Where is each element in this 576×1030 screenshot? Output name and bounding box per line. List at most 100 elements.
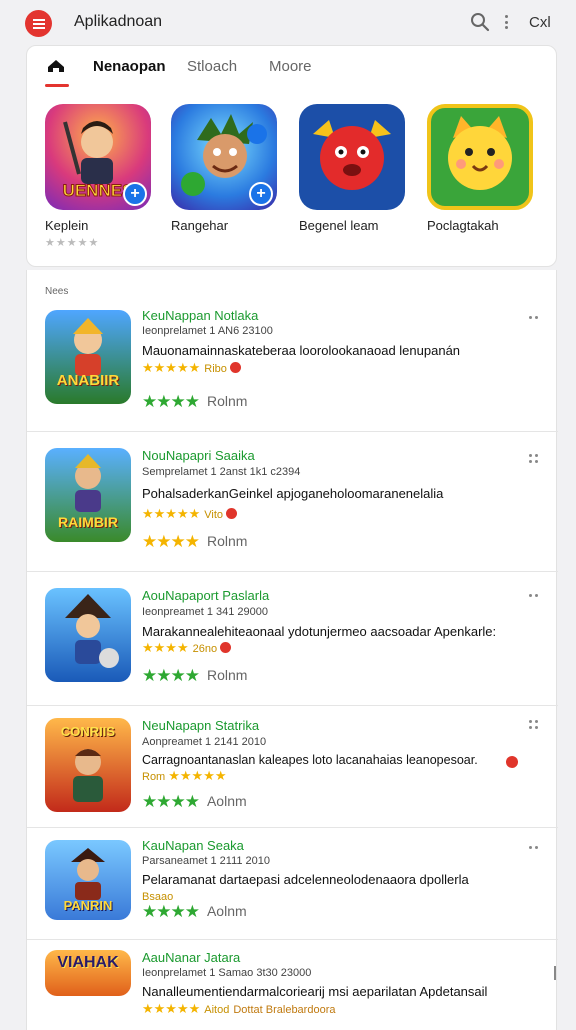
app-description: Mauonamainnaskateberaa loorolookanaoad l… bbox=[142, 343, 461, 358]
item-menu-button[interactable] bbox=[529, 720, 541, 732]
app-title: AouNapaport Paslarla bbox=[142, 588, 270, 603]
small-rating: ★★★★ 26no bbox=[142, 640, 232, 656]
list-item[interactable]: CONRIIS NeuNapapn Statrika Aonpreamet 1 … bbox=[27, 706, 558, 828]
app-icon-text: RAIMBIR bbox=[58, 514, 118, 530]
item-menu-button[interactable] bbox=[529, 590, 541, 602]
account-label[interactable]: Cxl bbox=[529, 14, 551, 31]
dot-icon bbox=[504, 26, 508, 29]
small-rating-text: Ribo bbox=[204, 363, 227, 375]
app-icon: ANABIIR bbox=[45, 310, 131, 404]
app-meta: Aonpreamet 1 2141 2010 bbox=[142, 736, 267, 748]
dot-icon bbox=[504, 15, 508, 18]
section-label: Nees bbox=[45, 286, 69, 297]
big-rating: ★★★★ Rolnm bbox=[142, 392, 247, 412]
more-options-button[interactable] bbox=[500, 12, 512, 32]
rating-stars: ★★★★ bbox=[142, 532, 200, 551]
scrollbar[interactable] bbox=[554, 966, 556, 980]
tab-stloach[interactable]: Stloach bbox=[187, 58, 237, 75]
small-rating: ★★★★★ Ribo bbox=[142, 360, 241, 376]
add-icon[interactable]: + bbox=[123, 182, 147, 206]
featured-app[interactable]: Poclagtakah bbox=[427, 104, 537, 233]
runner-game-icon: + bbox=[171, 104, 277, 210]
big-rating: ★★★★ Aolnm bbox=[142, 902, 247, 922]
top-app-bar: Aplikadnoan Cxl bbox=[0, 0, 576, 44]
rating-stars: ★★★★ bbox=[142, 666, 200, 685]
app-description: Carragnoantanaslan kaleapes loto lacanah… bbox=[142, 753, 478, 767]
extra-rating-text: Dottat Bralebardoora bbox=[233, 1004, 336, 1016]
rating-stars: ★★★★ bbox=[142, 792, 200, 811]
app-title: NouNapapri Saaika bbox=[142, 448, 255, 463]
item-menu-button[interactable] bbox=[529, 312, 541, 324]
list-item[interactable]: PANRIN KauNapan Seaka Parsaneamet 1 2111… bbox=[27, 828, 558, 940]
home-icon bbox=[48, 60, 64, 72]
rating-label: Aolnm bbox=[206, 903, 247, 919]
app-meta: Ieonprelamet 1 Samao 3t30 23000 bbox=[142, 967, 312, 979]
rating-label: Rolnm bbox=[206, 393, 248, 409]
small-rating: ★★★★★ Aitod Dottat Bralebardoora bbox=[142, 1001, 335, 1017]
hamburger-icon bbox=[32, 22, 45, 25]
tab-moore[interactable]: Moore bbox=[269, 58, 312, 75]
app-meta: Parsaneamet 1 2111 2010 bbox=[142, 855, 271, 867]
app-icon-text: CONRIIS bbox=[60, 724, 116, 739]
app-title: KeuNappan Notlaka bbox=[142, 308, 259, 323]
hero-game-icon bbox=[73, 318, 103, 376]
app-icon: RAIMBIR bbox=[45, 448, 131, 542]
small-rating: Rom ★★★★★ bbox=[142, 768, 227, 784]
small-rating: ★★★★★ Vito bbox=[142, 506, 238, 522]
app-description: PohalsaderkanGeinkel apjoganeholoomarane… bbox=[142, 486, 444, 501]
app-description: Nanalleumentiendarmalcoriearij msi aepar… bbox=[142, 984, 488, 999]
small-rating-text: Vito bbox=[204, 509, 224, 521]
dot-icon bbox=[504, 20, 508, 24]
app-list: Nees ANABIIR KeuNappan Notlaka Ieonprela… bbox=[26, 270, 558, 1030]
heart-icon bbox=[226, 508, 238, 519]
app-description: Pelaramanat dartaepasi adcelenneolodenaa… bbox=[142, 872, 469, 887]
app-title: Aplikadnoan bbox=[74, 13, 163, 30]
yellow-cat-game-icon bbox=[427, 104, 533, 210]
tab-nenaopan[interactable]: Nenaopan bbox=[93, 58, 166, 75]
app-title: AauNanar Jatara bbox=[142, 950, 241, 965]
active-tab-indicator bbox=[45, 84, 69, 87]
featured-app-label: Rangehar bbox=[171, 218, 229, 233]
heart-icon bbox=[229, 362, 241, 373]
red-blob-game-icon bbox=[299, 104, 405, 210]
heart-icon bbox=[506, 756, 518, 768]
rating-label: Aolnm bbox=[206, 793, 247, 809]
app-title: KauNapan Seaka bbox=[142, 838, 244, 853]
big-rating: ★★★★ Aolnm bbox=[142, 792, 247, 812]
app-meta: Semprelamet 1 2anst 1k1 c2394 bbox=[142, 466, 301, 478]
app-title: NeuNapapn Statrika bbox=[142, 718, 260, 733]
featured-app-label: Begenel leam bbox=[299, 218, 379, 233]
add-icon[interactable]: + bbox=[249, 182, 273, 206]
featured-app-label: Poclagtakah bbox=[427, 218, 499, 233]
featured-app[interactable]: Begenel leam bbox=[299, 104, 409, 233]
rating-stars: ★★★★★ bbox=[142, 360, 201, 375]
rating-stars: ★★★★ bbox=[142, 902, 200, 921]
item-menu-button[interactable] bbox=[529, 454, 541, 466]
search-button[interactable] bbox=[470, 12, 490, 32]
app-meta: Ieonprelamet 1 AN6 23100 bbox=[142, 325, 273, 337]
featured-apps-carousel: UENNES + Keplein ★★★★★ + Rangehar Begene… bbox=[45, 104, 556, 254]
rating-stars: ★★★★ bbox=[142, 640, 189, 655]
list-item[interactable]: VIAHAK AauNanar Jatara Ieonprelamet 1 Sa… bbox=[27, 940, 558, 1030]
app-description: Marakannealehiteaonaal ydotunjermeo aacs… bbox=[142, 624, 497, 639]
featured-app-label: Keplein bbox=[45, 218, 89, 233]
featured-app[interactable]: UENNES + Keplein ★★★★★ bbox=[45, 104, 155, 249]
rating-label: Rolnm bbox=[206, 667, 248, 683]
tab-bar: Nenaopan Stloach Moore bbox=[27, 46, 556, 88]
wizard-game-icon bbox=[65, 594, 119, 668]
item-menu-button[interactable] bbox=[529, 842, 541, 854]
rating-label: Rolnm bbox=[206, 533, 248, 549]
big-rating: ★★★★ Rolnm bbox=[142, 532, 247, 552]
search-icon bbox=[471, 13, 490, 32]
app-meta: Ieonpreamet 1 341 29000 bbox=[142, 606, 268, 618]
tab-home[interactable] bbox=[45, 56, 67, 78]
heart-icon bbox=[220, 642, 232, 653]
list-item[interactable]: RAIMBIR NouNapapri Saaika Semprelamet 1 … bbox=[27, 432, 558, 572]
yellow-cat-character-icon bbox=[448, 116, 512, 190]
list-item[interactable]: ANABIIR KeuNappan Notlaka Ieonprelamet 1… bbox=[27, 300, 558, 432]
list-item[interactable]: AouNapaport Paslarla Ieonpreamet 1 341 2… bbox=[27, 572, 558, 706]
featured-app[interactable]: + Rangehar bbox=[171, 104, 281, 233]
app-icon-text: VIAHAK bbox=[57, 954, 119, 971]
small-rating: Bsaao bbox=[142, 888, 173, 903]
menu-button[interactable] bbox=[25, 10, 52, 37]
